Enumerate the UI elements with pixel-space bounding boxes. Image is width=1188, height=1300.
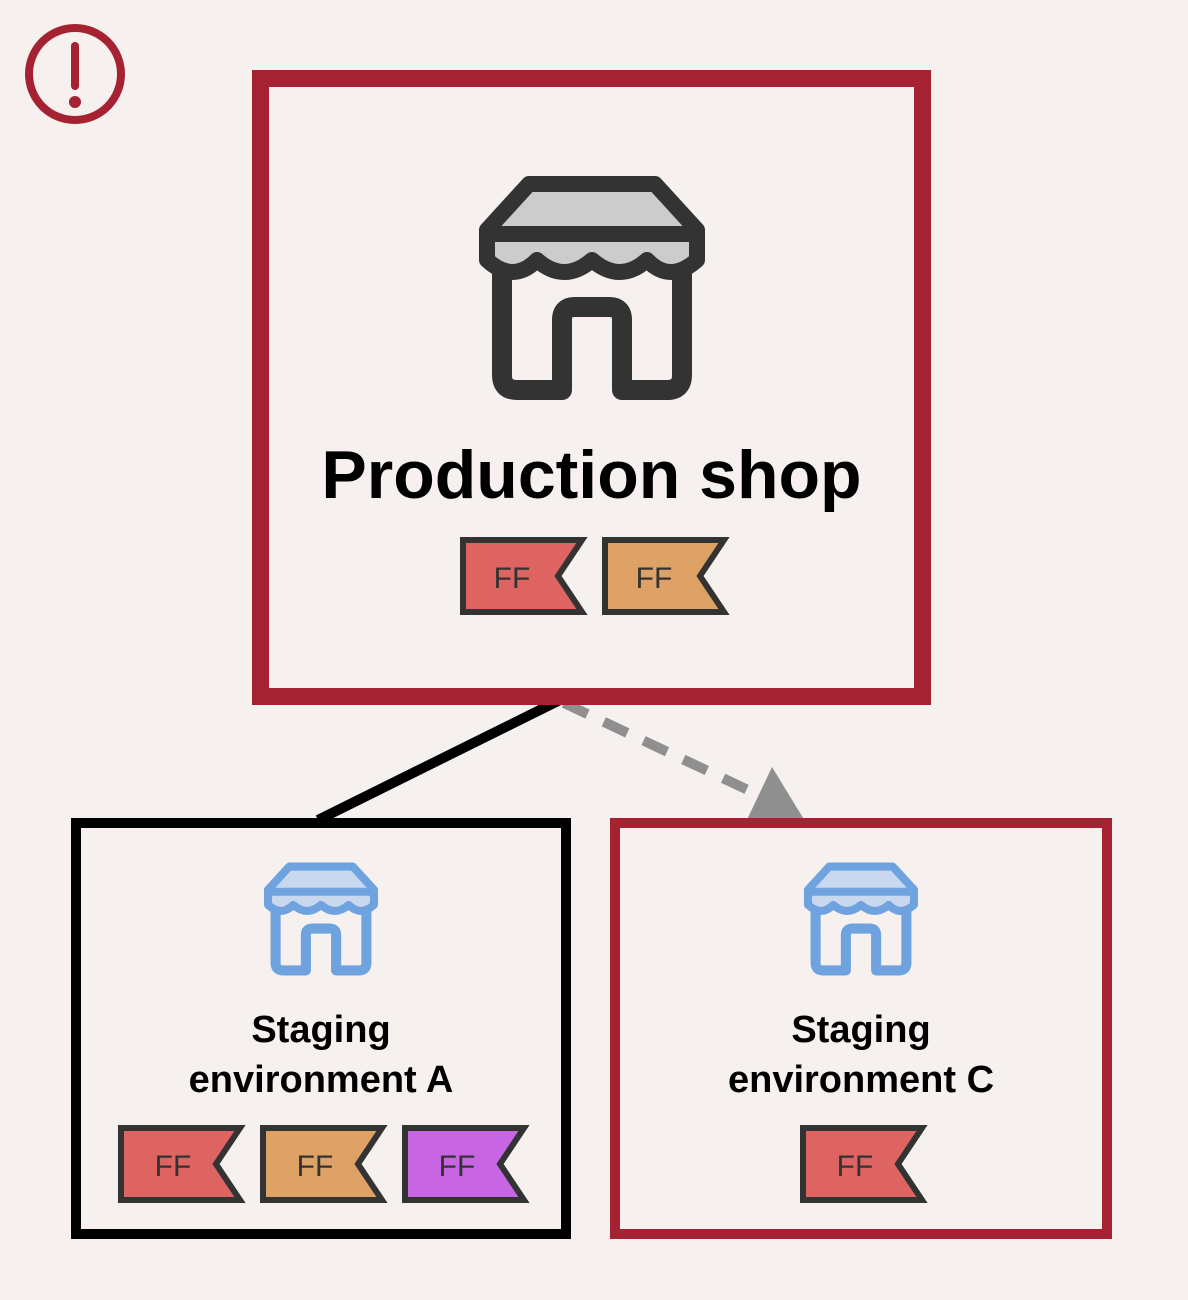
feature-flag-icon: FF <box>602 537 730 615</box>
feature-flag-icon: FF <box>118 1125 246 1203</box>
feature-flag-icon: FF <box>260 1125 388 1203</box>
svg-text:FF: FF <box>297 1150 334 1183</box>
storefront-icon <box>479 176 705 400</box>
svg-text:FF: FF <box>439 1150 476 1183</box>
svg-text:FF: FF <box>636 562 673 595</box>
staging-environment-a-label-line1: Staging <box>251 1009 391 1051</box>
production-shop-label: Production shop <box>321 437 862 513</box>
staging-c-flags: FF <box>800 1125 928 1203</box>
storefront-icon <box>804 862 918 976</box>
staging-environment-c-label-line1: Staging <box>791 1009 931 1051</box>
connector-production-to-staging-c <box>561 698 751 795</box>
svg-text:FF: FF <box>837 1150 874 1183</box>
svg-text:FF: FF <box>155 1150 192 1183</box>
staging-a-flags: FF FF FF <box>118 1125 530 1203</box>
storefront-icon <box>264 862 378 976</box>
feature-flag-icon: FF <box>800 1125 928 1203</box>
staging-environment-a-label-line2: environment A <box>188 1059 454 1101</box>
connector-production-to-staging-a <box>315 694 565 825</box>
staging-environment-c-label: Staging environment C <box>620 1005 1102 1105</box>
feature-flag-icon: FF <box>460 537 588 615</box>
svg-text:FF: FF <box>494 562 531 595</box>
staging-environment-c-label-line2: environment C <box>727 1059 995 1101</box>
staging-environment-a-label: Staging environment A <box>81 1005 561 1105</box>
feature-flag-icon: FF <box>402 1125 530 1203</box>
production-flags: FF FF <box>460 537 730 615</box>
